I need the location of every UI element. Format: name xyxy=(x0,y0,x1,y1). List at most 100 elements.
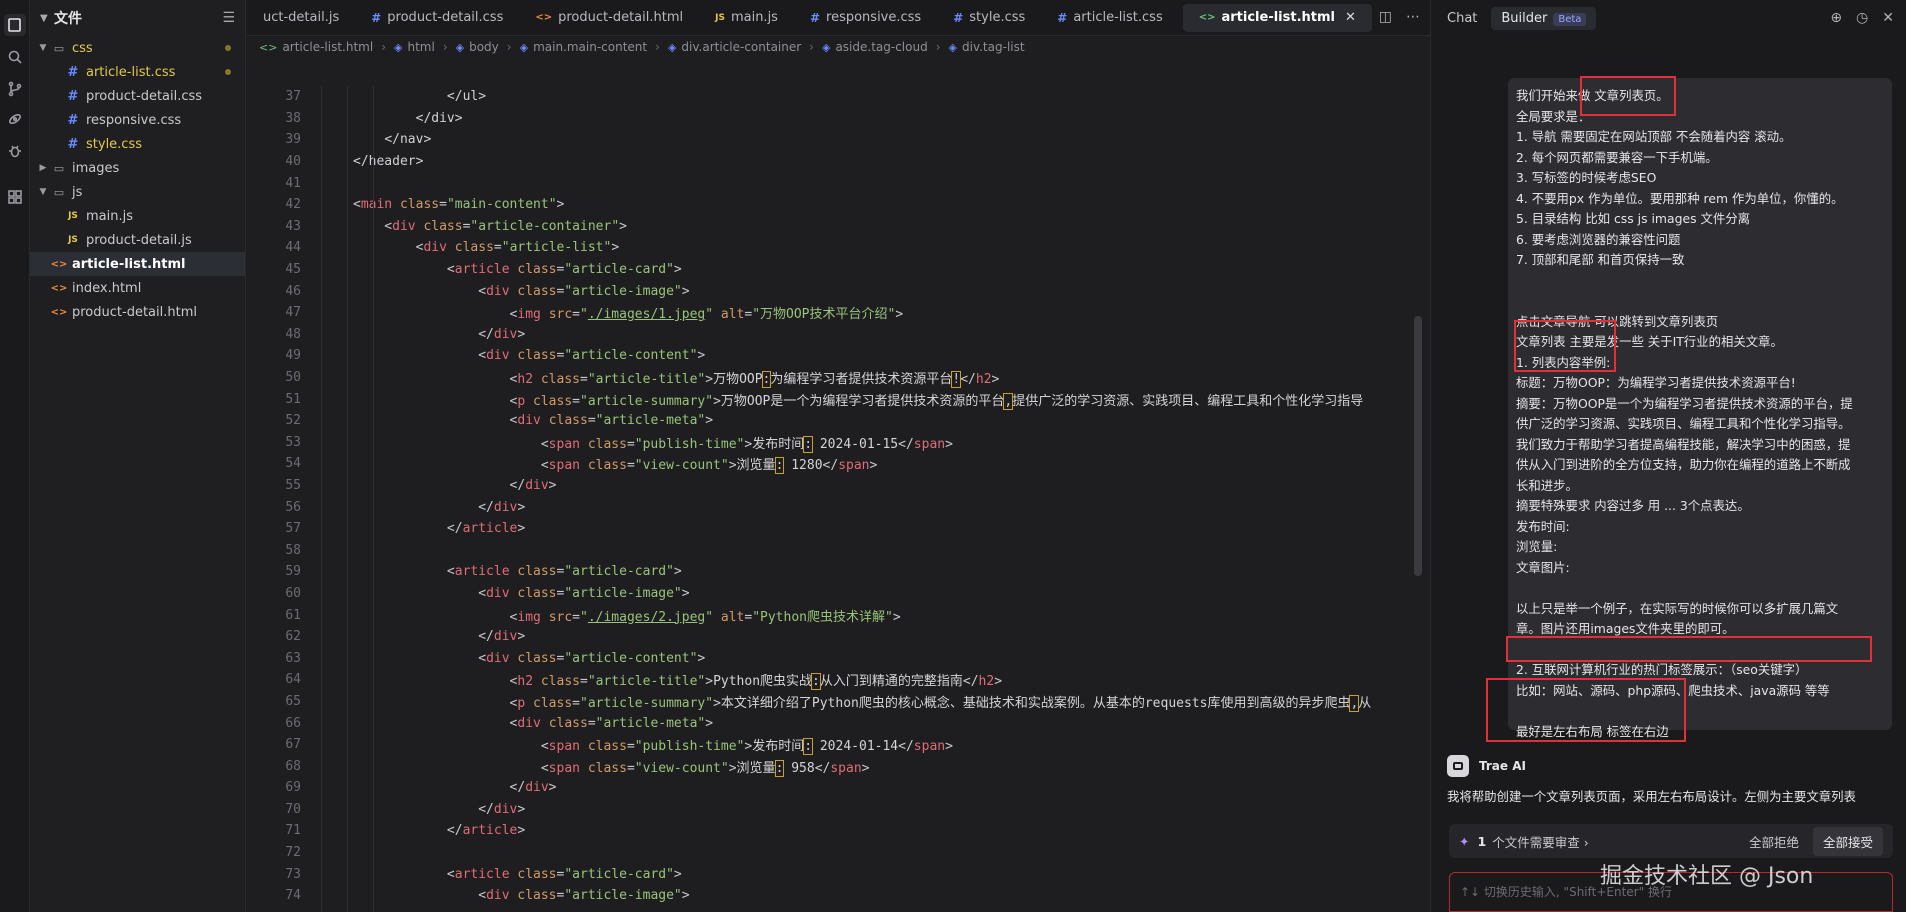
code-line: 47 <img src="./images/1.jpeg" alt="万物OOP… xyxy=(247,302,1430,324)
tree-file-index-html[interactable]: <> index.html xyxy=(30,276,245,300)
message-line: 全局要求是： xyxy=(1516,108,1591,124)
code-line: 67 <span class="publish-time">发布时间: 2024… xyxy=(247,734,1430,756)
chevron-down-icon[interactable]: ▼ xyxy=(40,13,54,24)
breadcrumb-item[interactable]: main.main-content xyxy=(533,40,647,54)
tab-builder[interactable]: Builder Beta xyxy=(1491,6,1597,30)
review-text[interactable]: 个文件需要审查 › xyxy=(1492,832,1749,851)
explorer-icon[interactable] xyxy=(4,14,26,36)
breadcrumb-item[interactable]: article-list.html xyxy=(282,40,373,54)
tree-folder-js[interactable]: ▼ ▭ js xyxy=(30,180,245,204)
close-icon[interactable]: ✕ xyxy=(1882,10,1894,26)
more-icon[interactable]: ⋯ xyxy=(1406,9,1420,25)
tree-file-style-css[interactable]: # style.css xyxy=(30,132,245,156)
split-editor-icon[interactable]: ◫ xyxy=(1379,9,1392,25)
code-token: article-card xyxy=(572,866,667,882)
tab-product-detail-css[interactable]: # product-detail.css xyxy=(355,0,519,36)
tree-file-article-list-css[interactable]: # article-list.css xyxy=(30,60,245,84)
tree-item-label: js xyxy=(72,184,83,200)
tab-responsive-css[interactable]: # responsive.css xyxy=(794,0,937,36)
tree-item-label: index.html xyxy=(72,280,142,296)
html-file-icon: <> xyxy=(50,258,68,270)
explorer-title: 文件 xyxy=(54,11,82,27)
code-token: article-title xyxy=(595,674,698,690)
element-icon: ◈ xyxy=(948,40,957,54)
code-token: 万物OOP xyxy=(713,372,763,388)
line-number: 44 xyxy=(285,240,301,256)
css-file-icon: # xyxy=(67,64,79,80)
code-line: 55 </div> xyxy=(247,475,1430,497)
code-line: 59 <article class="article-card"> xyxy=(247,561,1430,583)
message-line: 文章图片: xyxy=(1516,559,1570,575)
close-icon[interactable]: ✕ xyxy=(1345,10,1356,25)
assistant-header: Trae AI xyxy=(1447,755,1526,777)
punct-highlight: : xyxy=(811,673,821,691)
remote-icon[interactable] xyxy=(4,108,26,130)
breadcrumb-item[interactable]: aside.tag-cloud xyxy=(835,40,927,54)
code-line: 73 <article class="article-card"> xyxy=(247,863,1430,885)
code-line: 70 </div> xyxy=(247,799,1430,821)
message-line: 4. 不要用px 作为单位。要用那种 rem 作为单位，你懂的。 xyxy=(1516,190,1844,206)
chevron-right-icon: ▶ xyxy=(39,163,47,173)
line-number: 40 xyxy=(285,154,301,170)
tree-folder-css[interactable]: ▼ ▭ css xyxy=(30,36,245,60)
tree-file-article-list-html[interactable]: <> article-list.html xyxy=(30,252,245,276)
tab-label: article-list.html xyxy=(1221,10,1335,25)
breadcrumb-item[interactable]: body xyxy=(469,40,499,54)
line-number: 65 xyxy=(285,693,301,709)
debug-icon[interactable] xyxy=(4,140,26,162)
js-file-icon: JS xyxy=(715,12,725,23)
code-line: 52 <div class="article-meta"> xyxy=(247,410,1430,432)
tree-folder-images[interactable]: ▶ ▭ images xyxy=(30,156,245,180)
line-number: 64 xyxy=(285,672,301,688)
code-token: </nav> xyxy=(384,132,432,148)
accept-all-button[interactable]: 全部接受 xyxy=(1812,826,1883,856)
breadcrumb-item[interactable]: div.article-container xyxy=(681,40,801,54)
new-chat-icon[interactable]: ⊕ xyxy=(1830,10,1842,26)
tab-chat[interactable]: Chat xyxy=(1447,11,1477,26)
tab-main-js[interactable]: JS main.js xyxy=(699,0,794,36)
tab-uct-detail-js[interactable]: uct-detail.js xyxy=(247,0,355,36)
code-token: ./images/2.jpeg xyxy=(587,609,706,625)
line-number: 55 xyxy=(285,477,301,493)
tab-article-list-html[interactable]: <> article-list.html ✕ xyxy=(1182,3,1372,32)
code-token: article-image xyxy=(572,283,674,299)
code-line: 37 </ul> xyxy=(247,86,1430,108)
html-file-icon: <> xyxy=(259,40,278,54)
tab-style-css[interactable]: # style.css xyxy=(937,0,1041,36)
reject-all-button[interactable]: 全部拒绝 xyxy=(1749,832,1799,851)
tree-file-product-detail-html[interactable]: <> product-detail.html xyxy=(30,300,245,324)
search-icon[interactable] xyxy=(4,46,26,68)
history-icon[interactable]: ◷ xyxy=(1856,10,1868,26)
message-line: 6. 要考虑浏览器的兼容性问题 xyxy=(1516,231,1681,247)
modified-dot xyxy=(225,69,231,75)
line-number: 49 xyxy=(285,348,301,364)
tab-product-detail-html[interactable]: <> product-detail.html xyxy=(519,0,699,36)
source-control-icon[interactable] xyxy=(4,78,26,100)
breadcrumb-item[interactable]: div.tag-list xyxy=(962,40,1025,54)
breadcrumb-separator: › xyxy=(655,40,660,54)
breadcrumb-item[interactable]: html xyxy=(407,40,434,54)
code-token: article-title xyxy=(595,372,698,388)
code-line: 69 </div> xyxy=(247,777,1430,799)
tree-file-product-detail-css[interactable]: # product-detail.css xyxy=(30,84,245,108)
chevron-down-icon: ▼ xyxy=(39,43,47,53)
line-number: 72 xyxy=(285,845,301,861)
ai-toolbar: ⊕ ◷ ✕ xyxy=(1830,10,1894,26)
user-message: 我们开始来做 文章列表页。 全局要求是： 1. 导航 需要固定在网站顶部 不会随… xyxy=(1508,78,1892,739)
folder-icon: ▭ xyxy=(53,161,65,175)
code-area[interactable]: 37 </ul> 38 </div> 39 </nav> 40 </header>… xyxy=(247,86,1430,912)
editor-scrollbar[interactable] xyxy=(1414,316,1422,576)
js-file-icon: JS xyxy=(68,235,78,245)
code-token: article-card xyxy=(572,262,667,278)
message-line: 文章列表 主要是发一些 关于IT行业的相关文章。 xyxy=(1516,334,1783,349)
tab-article-list-css[interactable]: # article-list.css xyxy=(1041,0,1178,36)
collapse-icon[interactable]: ☰ xyxy=(222,10,235,26)
element-icon: ◈ xyxy=(821,40,831,54)
code-line: 51 <p class="article-summary">万物OOP是一个为编… xyxy=(247,388,1430,410)
code-line: 65 <p class="article-summary">本文详细介绍了Pyt… xyxy=(247,691,1430,713)
extensions-icon[interactable] xyxy=(4,186,26,208)
tree-file-main-js[interactable]: JS main.js xyxy=(30,204,245,228)
line-number: 70 xyxy=(285,801,301,817)
tree-file-product-detail-js[interactable]: JS product-detail.js xyxy=(30,228,245,252)
tree-file-responsive-css[interactable]: # responsive.css xyxy=(30,108,245,132)
